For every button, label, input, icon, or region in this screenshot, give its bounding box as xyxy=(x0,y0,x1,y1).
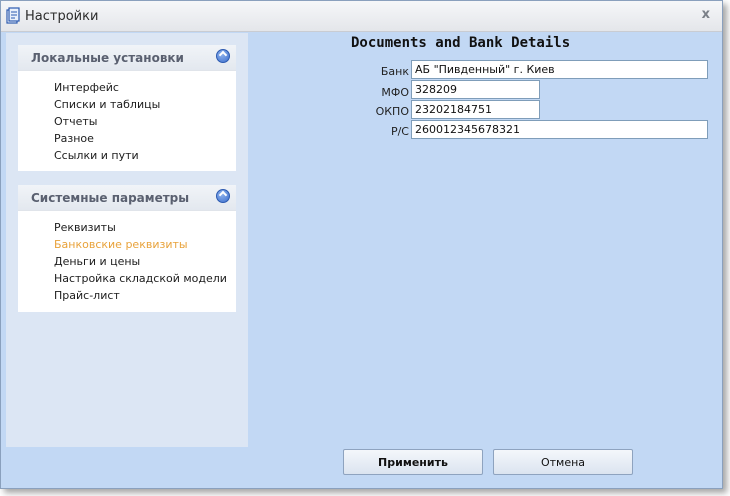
system-params-header[interactable]: Системные параметры xyxy=(18,185,236,211)
page-title: Documents and Bank Details xyxy=(351,35,571,51)
sidebar-item-requisites[interactable]: Реквизиты xyxy=(54,219,236,236)
settings-window: Настройки x Локальные установки Интерфей… xyxy=(0,0,723,489)
sidebar-item-interface[interactable]: Интерфейс xyxy=(54,79,236,96)
account-label: Р/С xyxy=(390,125,409,138)
sidebar-item-misc[interactable]: Разное xyxy=(54,130,236,147)
settings-document-icon xyxy=(6,7,20,24)
sidebar-item-lists-tables[interactable]: Списки и таблицы xyxy=(54,96,236,113)
sidebar-item-price-list[interactable]: Прайс-лист xyxy=(54,287,236,304)
account-field[interactable] xyxy=(411,120,708,139)
sidebar-item-money-prices[interactable]: Деньги и цены xyxy=(54,253,236,270)
sidebar-item-warehouse-model[interactable]: Настройка складской модели xyxy=(54,270,236,287)
bank-field[interactable] xyxy=(411,60,708,79)
apply-button[interactable]: Применить xyxy=(343,449,483,475)
system-params-panel: Системные параметры Реквизиты Банковские… xyxy=(18,185,236,312)
mfo-field[interactable] xyxy=(411,80,540,99)
system-params-title: Системные параметры xyxy=(31,191,190,205)
cancel-button[interactable]: Отмена xyxy=(493,449,633,475)
sidebar-item-bank-requisites[interactable]: Банковские реквизиты xyxy=(54,236,236,253)
okpo-label: ОКПО xyxy=(375,105,409,118)
local-settings-header[interactable]: Локальные установки xyxy=(18,45,236,71)
title-bar[interactable]: Настройки x xyxy=(1,1,722,32)
close-icon[interactable]: x xyxy=(702,7,710,22)
mfo-label: МФО xyxy=(381,86,409,99)
local-settings-panel: Локальные установки Интерфейс Списки и т… xyxy=(18,45,236,171)
sidebar: Локальные установки Интерфейс Списки и т… xyxy=(6,33,248,447)
sidebar-item-links-paths[interactable]: Ссылки и пути xyxy=(54,147,236,164)
collapse-icon[interactable] xyxy=(216,189,230,203)
local-settings-title: Локальные установки xyxy=(31,51,184,65)
window-title: Настройки xyxy=(25,9,99,24)
sidebar-item-reports[interactable]: Отчеты xyxy=(54,113,236,130)
okpo-field[interactable] xyxy=(411,100,540,119)
collapse-icon[interactable] xyxy=(216,49,230,63)
bank-label: Банк xyxy=(380,65,409,78)
